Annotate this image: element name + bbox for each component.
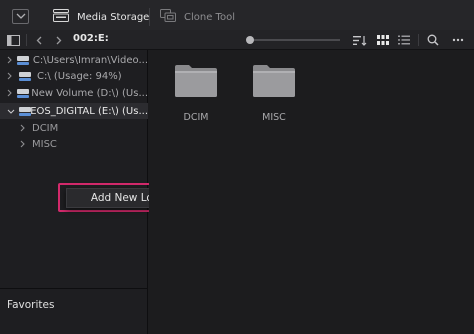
chevron-right-icon[interactable] [7,56,13,64]
tree-item-label: C:\Users\Imran\Video... [32,54,148,66]
chevron-right-icon[interactable] [7,89,13,97]
slider-handle[interactable] [246,36,254,44]
grid-view-icon[interactable] [375,32,391,48]
tab-media-storage-label: Media Storage [77,11,150,23]
more-icon[interactable] [450,32,466,48]
clone-tool-icon [160,9,176,25]
folder-tile-misc[interactable]: MISC [252,64,300,124]
drive-icon [17,55,30,65]
top-tab-bar: Media Storage Clone Tool [0,0,474,34]
folder-icon [252,64,300,98]
toolbar-divider [418,34,419,46]
tree-item-folder[interactable]: MISC [0,136,148,152]
tree-item-folder[interactable]: DCIM [0,120,148,136]
folder-label: MISC [262,112,286,123]
tree-item-label: EOS_DIGITAL (E:\) (Us... [30,105,148,117]
list-view-icon[interactable] [396,32,412,48]
media-storage-icon [53,9,69,25]
chevron-down-icon[interactable] [7,109,15,114]
favorites-heading: Favorites [7,299,55,311]
sort-icon[interactable] [352,32,368,48]
drive-icon [19,71,31,81]
drive-icon [19,106,31,116]
chevron-right-icon[interactable] [20,140,28,148]
tree-item-label: C:\ (Usage: 94%) [37,70,122,82]
toolbar-divider [26,34,27,46]
tree-item-drive[interactable]: C:\Users\Imran\Video... [0,52,148,68]
tree-item-drive-selected[interactable]: EOS_DIGITAL (E:\) (Us... [0,103,148,119]
tab-divider [149,8,150,26]
folder-label: DCIM [183,112,209,123]
favorites-divider [0,288,148,289]
folder-icon [174,64,222,98]
tree-item-label: DCIM [32,122,59,134]
drive-icon [16,88,29,98]
chevron-right-icon[interactable] [20,124,28,132]
back-icon[interactable] [31,32,47,48]
menu-icon[interactable] [12,9,29,24]
tab-media-storage[interactable]: Media Storage [53,0,149,34]
tab-clone-tool-label: Clone Tool [184,11,235,23]
path-toolbar: 002:E: [0,30,474,50]
tab-clone-tool[interactable]: Clone Tool [160,0,235,34]
folder-tile-dcim[interactable]: DCIM [174,64,222,124]
forward-icon[interactable] [51,32,67,48]
panel-toggle-icon[interactable] [5,32,21,48]
search-icon[interactable] [425,32,441,48]
tree-item-drive[interactable]: New Volume (D:\) (Us... [0,85,148,101]
tree-item-label: MISC [32,138,57,150]
current-path: 002:E: [73,33,109,44]
tree-item-drive[interactable]: C:\ (Usage: 94%) [0,68,148,84]
chevron-right-icon[interactable] [7,72,15,80]
thumbnail-size-slider[interactable] [250,39,340,41]
media-browser-pane: DCIM MISC [149,50,474,334]
tree-item-label: New Volume (D:\) (Us... [31,87,148,99]
